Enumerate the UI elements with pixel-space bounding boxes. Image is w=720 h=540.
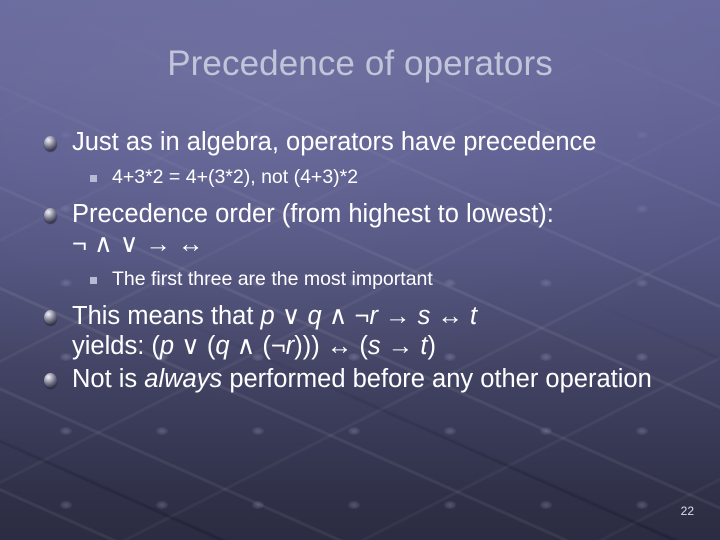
bullet-item: This means that p ∨ q ∧ ¬r → s ↔ t yield… [40, 301, 680, 361]
expr-op-and-not: ∧ (¬ [229, 332, 286, 360]
expr-var-r: r [369, 302, 378, 330]
expr-op-implies: → [377, 302, 418, 330]
bullet-text: Not is always performed before any other… [72, 365, 652, 393]
sub-bullet-item: 4+3*2 = 4+(3*2), not (4+3)*2 [40, 164, 680, 190]
expr-var-s: s [367, 332, 381, 360]
expr-close-paren: ) [427, 332, 436, 360]
bullet-text-emphasis: always [144, 365, 223, 393]
operator-precedence-symbols: ¬ ∧ ∨ → ↔ [72, 230, 204, 258]
logic-expression-unparenthesized: This means that p ∨ q ∧ ¬r → s ↔ t [72, 301, 680, 331]
expr-var-t: t [470, 302, 478, 330]
sphere-bullet-icon [44, 310, 57, 325]
sphere-bullet-icon [44, 208, 57, 223]
expr-var-p: p [159, 332, 175, 360]
logic-expression-parenthesized: yields: (p ∨ (q ∧ (¬r))) ↔ (s → t) [72, 331, 680, 361]
expr-var-p: p [260, 302, 275, 330]
sub-bullet-text: 4+3*2 = 4+(3*2), not (4+3)*2 [112, 166, 359, 188]
bullet-item: Not is always performed before any other… [40, 364, 680, 394]
square-bullet-icon [90, 175, 97, 182]
bullet-text-part: performed before any other operation [222, 365, 652, 393]
slide-page-number: 22 [680, 504, 694, 518]
expr-var-q: q [307, 302, 322, 330]
slide-title: Precedence of operators [167, 44, 553, 83]
expr-text: yields: ( [72, 332, 160, 360]
sub-bullet-text: The first three are the most important [112, 268, 433, 290]
expr-op-iff: ))) ↔ ( [294, 332, 368, 360]
expr-op-implies: → [380, 332, 421, 360]
sphere-bullet-icon [44, 136, 57, 151]
expr-op-or: ∨ [274, 302, 308, 330]
expr-op-iff: ↔ [430, 302, 471, 330]
expr-var-r: r [285, 332, 295, 360]
bullet-text-part: Not is [72, 365, 145, 393]
expr-var-s: s [417, 302, 431, 330]
bullet-text: Just as in algebra, operators have prece… [72, 128, 597, 156]
expr-text: This means that [72, 302, 261, 330]
sub-bullet-item: The first three are the most important [40, 266, 680, 292]
expr-op-or: ∨ ( [174, 332, 216, 360]
slide-canvas: Precedence of operators Just as in algeb… [0, 0, 720, 540]
expr-var-q: q [215, 332, 230, 360]
bullet-text: Precedence order (from highest to lowest… [72, 200, 554, 228]
bullet-item: Just as in algebra, operators have prece… [40, 127, 680, 157]
expr-op-and-not: ∧ ¬ [321, 302, 370, 330]
bullet-item: Precedence order (from highest to lowest… [40, 199, 680, 259]
square-bullet-icon [90, 277, 97, 284]
sphere-bullet-icon [44, 373, 57, 388]
slide-body: Just as in algebra, operators have prece… [40, 127, 680, 397]
